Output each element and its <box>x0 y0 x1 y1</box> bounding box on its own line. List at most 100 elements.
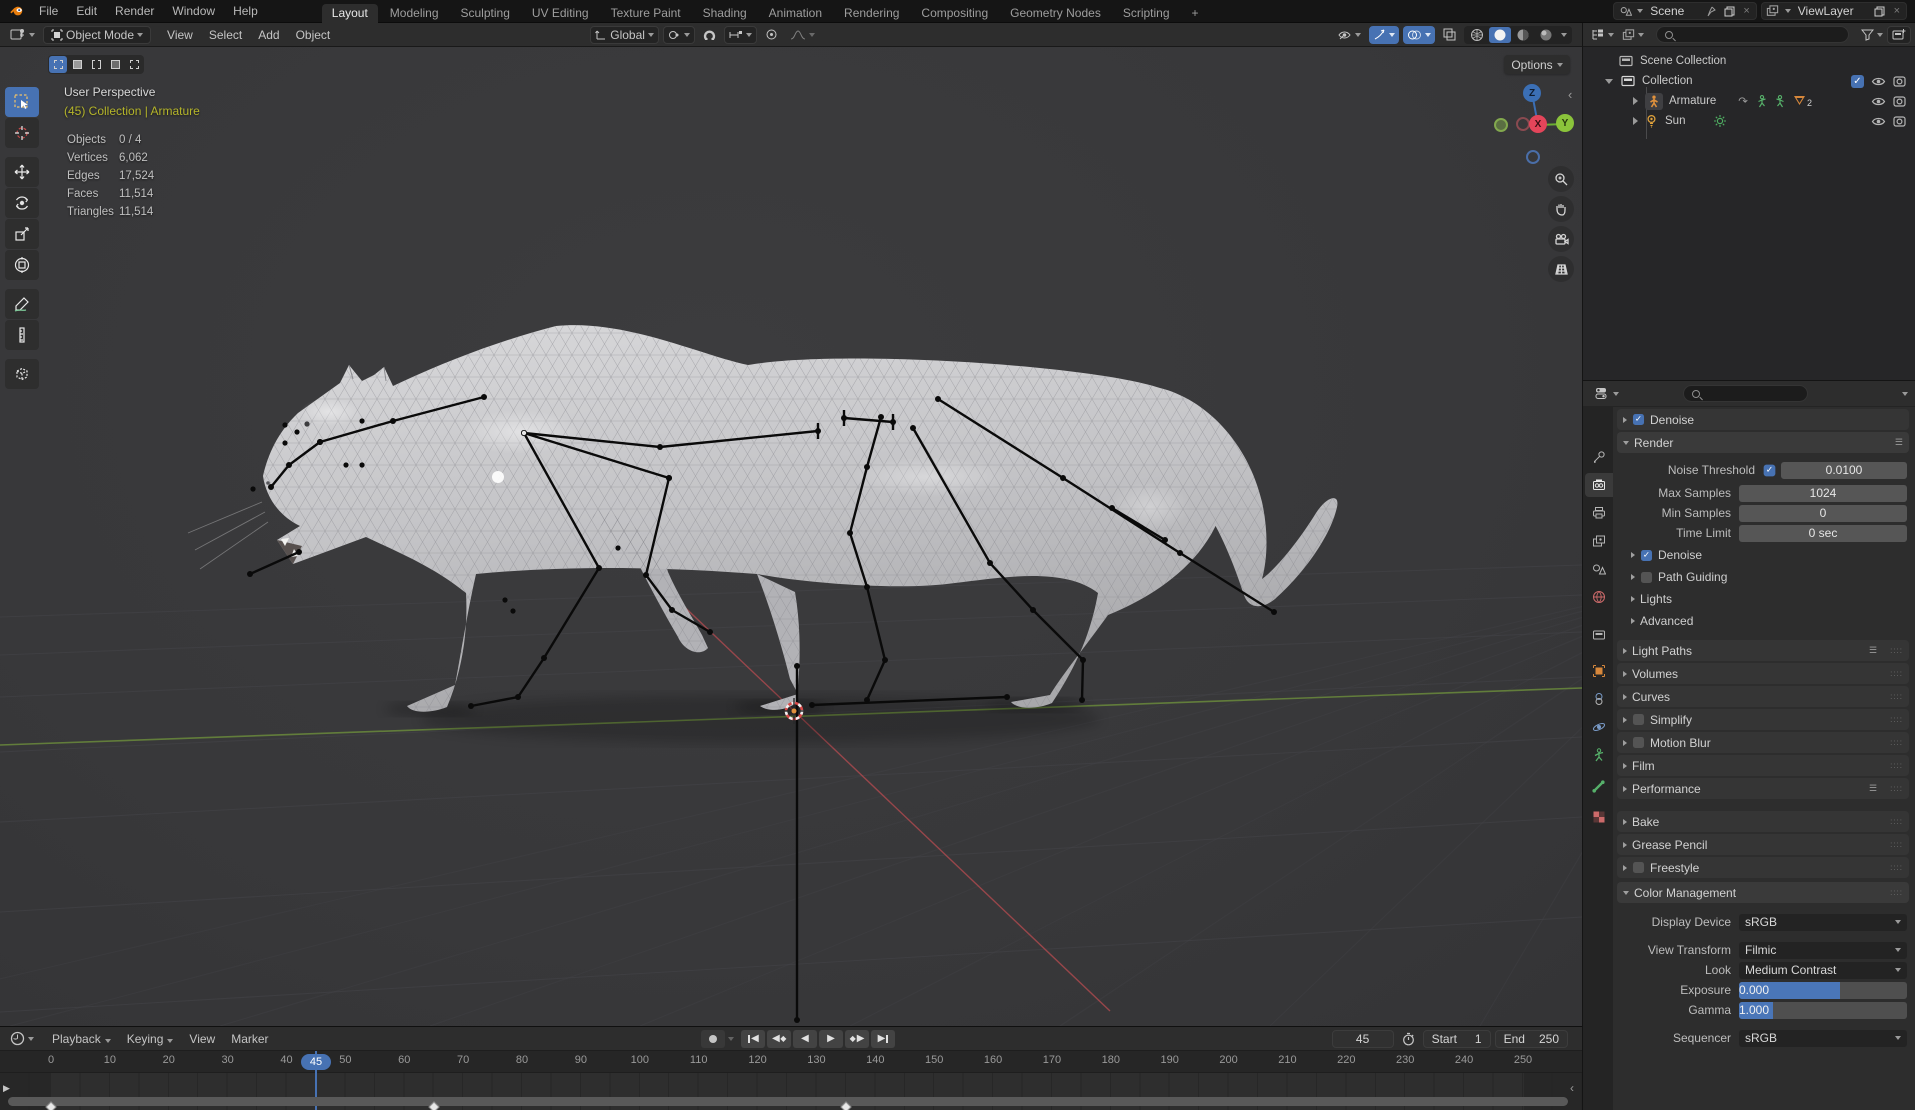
tool-scale[interactable] <box>5 219 39 249</box>
subpanel-path-guiding[interactable]: Path Guiding <box>1619 566 1907 588</box>
pivot-point-dropdown[interactable] <box>663 26 695 44</box>
select-mode-invert-button[interactable] <box>106 56 124 73</box>
panel-chevron-icon[interactable] <box>1623 671 1627 677</box>
toggle-ortho-button[interactable] <box>1548 256 1574 282</box>
timeline-scrollbar[interactable] <box>8 1097 1568 1106</box>
panel-grip-icon[interactable]: :::: <box>1890 761 1903 770</box>
property-value-field[interactable]: 0 <box>1739 505 1907 522</box>
viewport-3d[interactable]: User Perspective (45) Collection | Armat… <box>0 47 1582 1026</box>
tool-rotate[interactable] <box>5 188 39 218</box>
outliner-filter-dropdown[interactable] <box>1857 26 1887 44</box>
panel-curves[interactable]: Curves:::: <box>1617 686 1909 707</box>
gizmo-x-axis[interactable]: X <box>1529 115 1547 133</box>
proportional-falloff-dropdown[interactable] <box>786 26 819 44</box>
scene-selector[interactable]: Scene × <box>1613 2 1756 20</box>
current-frame-indicator[interactable]: 45 <box>301 1054 331 1070</box>
property-slider[interactable]: 1.000 <box>1739 1002 1907 1019</box>
new-collection-button[interactable] <box>1887 26 1911 44</box>
subpanel-advanced[interactable]: Advanced <box>1619 610 1907 632</box>
expand-icon[interactable] <box>1633 97 1638 105</box>
start-frame-field[interactable]: Start1 <box>1423 1030 1491 1048</box>
outliner-row-sun[interactable]: Sun <box>1583 111 1915 131</box>
properties-tab-collection[interactable] <box>1585 623 1613 647</box>
panel-chevron-icon[interactable] <box>1623 441 1629 445</box>
properties-tab-physics[interactable] <box>1585 715 1613 739</box>
panel-checkbox[interactable] <box>1633 862 1644 873</box>
pan-button[interactable] <box>1548 196 1574 222</box>
outliner-row-collection[interactable]: Collection ✓ <box>1583 71 1915 91</box>
panel-film[interactable]: Film:::: <box>1617 755 1909 776</box>
properties-tab-output[interactable] <box>1585 501 1613 525</box>
subpanel-lights[interactable]: Lights <box>1619 588 1907 610</box>
panel-chevron-icon[interactable] <box>1623 763 1627 769</box>
panel-chevron-icon[interactable] <box>1623 819 1627 825</box>
panel-color-management[interactable]: Color Management:::: <box>1617 882 1909 903</box>
outliner-editor-type-button[interactable] <box>1587 26 1618 44</box>
panel-chevron-icon[interactable] <box>1623 648 1627 654</box>
properties-tab-constraints[interactable] <box>1585 687 1613 711</box>
panel-denoise-top[interactable]: ✓Denoise <box>1617 409 1909 430</box>
hide-eye-icon[interactable] <box>1871 116 1886 127</box>
viewlayer-close-button[interactable]: × <box>1892 5 1902 17</box>
panel-grip-icon[interactable]: :::: <box>1890 646 1903 655</box>
xray-toggle-button[interactable] <box>1439 26 1460 44</box>
timeline-menu-playback[interactable]: Playback <box>44 1032 119 1046</box>
collection-checkbox[interactable]: ✓ <box>1851 75 1864 88</box>
menu-window[interactable]: Window <box>163 0 224 23</box>
workspace-tab-geometry-nodes[interactable]: Geometry Nodes <box>1000 4 1111 23</box>
end-frame-field[interactable]: End250 <box>1495 1030 1568 1048</box>
gizmo-x-neg-axis[interactable] <box>1516 117 1530 131</box>
jump-to-end-button[interactable]: ▶ <box>871 1030 895 1048</box>
jump-next-keyframe-button[interactable]: ◆▶ <box>845 1030 869 1048</box>
camera-view-button[interactable] <box>1548 226 1574 252</box>
panel-grip-icon[interactable]: :::: <box>1890 692 1903 701</box>
overlays-toggle-dropdown[interactable] <box>1403 26 1435 44</box>
workspace-tab-sculpting[interactable]: Sculpting <box>451 4 520 23</box>
outliner-row-scene-collection[interactable]: Scene Collection <box>1583 51 1915 71</box>
panel-grip-icon[interactable]: :::: <box>1890 817 1903 826</box>
play-reverse-button[interactable]: ▶ <box>793 1030 817 1048</box>
properties-options-chevron-icon[interactable] <box>1902 392 1908 396</box>
panel-presets-icon[interactable]: ☰ <box>1869 645 1877 656</box>
panel-chevron-icon[interactable] <box>1623 740 1627 746</box>
property-dropdown[interactable]: sRGB <box>1739 1030 1907 1047</box>
panel-chevron-icon[interactable] <box>1623 694 1627 700</box>
use-preview-range-button[interactable] <box>1398 1030 1419 1048</box>
panel-presets-icon[interactable]: ☰ <box>1895 437 1903 448</box>
properties-tab-bone[interactable] <box>1585 774 1613 798</box>
properties-tab-view-layer[interactable] <box>1585 529 1613 553</box>
options-dropdown[interactable]: Options <box>1504 55 1570 74</box>
timeline-editor-type-button[interactable] <box>6 1030 38 1048</box>
panel-grip-icon[interactable]: :::: <box>1890 840 1903 849</box>
properties-tab-object[interactable] <box>1585 659 1613 683</box>
timeline-ruler[interactable]: 0102030405060708090100110120130140150160… <box>0 1051 1582 1073</box>
viewport-menu-select[interactable]: Select <box>201 28 250 42</box>
select-mode-new-button[interactable] <box>49 56 67 73</box>
panel-checkbox[interactable] <box>1641 571 1652 582</box>
properties-tab-object-data[interactable] <box>1585 743 1613 767</box>
viewport-menu-add[interactable]: Add <box>250 28 287 42</box>
workspace-tab-layout[interactable]: Layout <box>322 4 378 23</box>
snap-settings-dropdown[interactable] <box>724 26 757 44</box>
panel-bake[interactable]: Bake:::: <box>1617 811 1909 832</box>
workspace-tab-+[interactable]: + <box>1182 4 1209 23</box>
panel-grip-icon[interactable]: :::: <box>1890 863 1903 872</box>
new-viewlayer-icon[interactable] <box>1873 4 1887 18</box>
jump-prev-keyframe-button[interactable]: ▶◆ <box>767 1030 791 1048</box>
property-value-field[interactable]: 0 sec <box>1739 525 1907 542</box>
menu-file[interactable]: File <box>30 0 67 23</box>
panel-presets-icon[interactable]: ☰ <box>1869 783 1877 794</box>
property-value-field[interactable]: 0.0100 <box>1781 462 1907 479</box>
panel-grip-icon[interactable]: :::: <box>1890 784 1903 793</box>
viewlayer-selector[interactable]: ViewLayer × <box>1761 2 1907 20</box>
properties-tab-scene[interactable] <box>1585 557 1613 581</box>
menu-edit[interactable]: Edit <box>67 0 106 23</box>
workspace-tab-animation[interactable]: Animation <box>759 4 832 23</box>
noise-threshold-checkbox[interactable]: ✓ <box>1764 464 1776 476</box>
tool-cursor[interactable] <box>5 118 39 148</box>
scene-name[interactable]: Scene <box>1648 4 1698 18</box>
workspace-tab-uv-editing[interactable]: UV Editing <box>522 4 599 23</box>
menu-help[interactable]: Help <box>224 0 267 23</box>
disable-render-camera-icon[interactable] <box>1893 76 1906 87</box>
disable-render-camera-icon[interactable] <box>1893 96 1906 107</box>
